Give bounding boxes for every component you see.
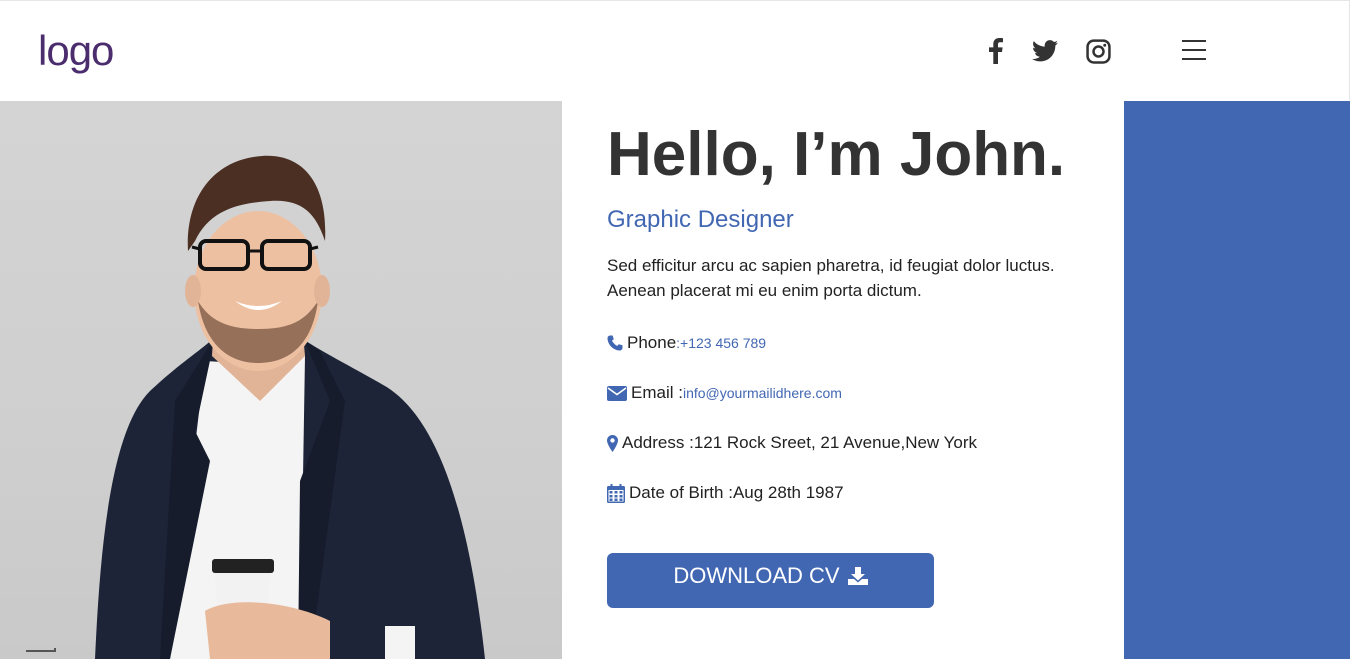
profile-photo — [0, 101, 562, 659]
calendar-icon — [607, 483, 625, 503]
download-cv-button[interactable]: DOWNLOAD CV — [607, 553, 934, 608]
site-header: logo — [0, 0, 1350, 100]
accent-panel — [1124, 101, 1350, 659]
instagram-icon[interactable] — [1084, 35, 1112, 67]
page-title: Hello, I’m John. — [607, 120, 1066, 189]
dob-value: Aug 28th 1987 — [732, 483, 844, 502]
map-pin-icon — [607, 434, 618, 452]
phone-icon — [607, 335, 623, 351]
logo[interactable]: logo — [38, 27, 114, 75]
dob-row: Date of Birth : Aug 28th 1987 — [607, 481, 844, 505]
bio-text: Sed efficitur arcu ac sapien pharetra, i… — [607, 256, 1055, 300]
job-title: Graphic Designer — [607, 206, 794, 233]
dob-label: Date of Birth : — [629, 483, 733, 502]
address-label: Address : — [622, 433, 694, 452]
download-cv-label: DOWNLOAD CV — [673, 563, 840, 588]
email-value[interactable]: info@yourmailidhere.com — [683, 385, 842, 401]
phone-value[interactable]: :+123 456 789 — [676, 335, 766, 351]
twitter-icon[interactable] — [1030, 35, 1060, 67]
phone-row: Phone :+123 456 789 — [607, 331, 766, 355]
facebook-icon[interactable] — [984, 35, 1008, 67]
address-row: Address : 121 Rock Sreet, 21 Avenue,New … — [607, 431, 977, 455]
address-value: 121 Rock Sreet, 21 Avenue,New York — [693, 433, 978, 452]
phone-label: Phone — [627, 333, 677, 352]
email-row: Email : info@yourmailidhere.com — [607, 381, 842, 405]
email-label: Email : — [631, 383, 683, 402]
hamburger-menu-icon[interactable] — [1180, 37, 1208, 63]
page: logo Hello, I’m John. Graphic Designer S… — [0, 0, 1350, 659]
envelope-icon — [607, 385, 627, 401]
corner-mark — [26, 648, 56, 652]
download-icon — [847, 565, 868, 591]
